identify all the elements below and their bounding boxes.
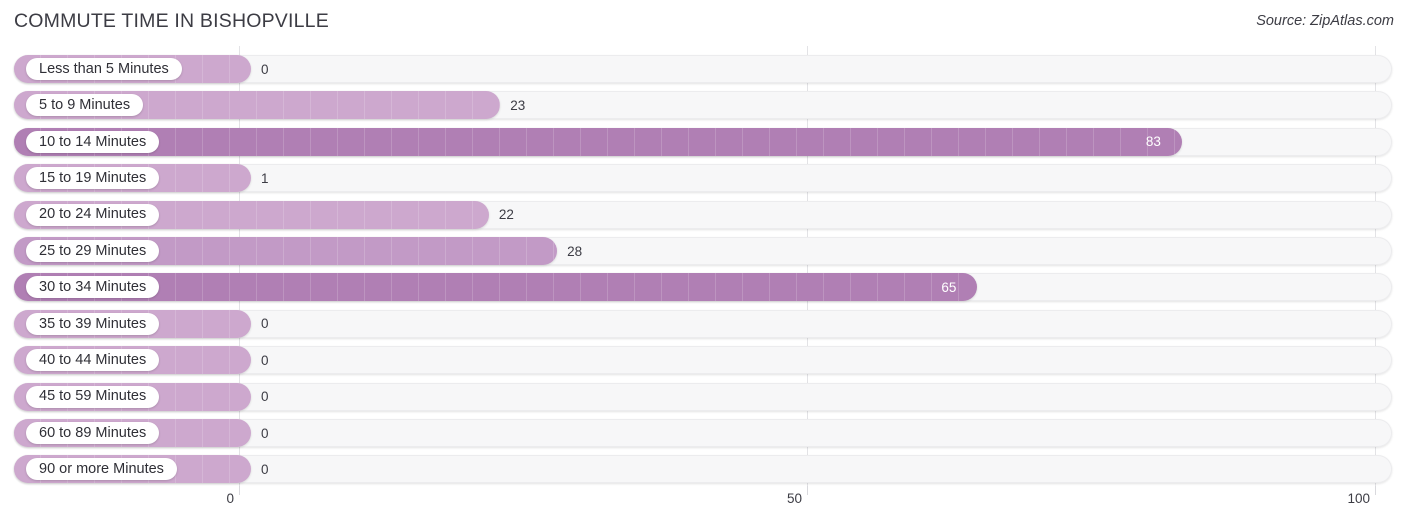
category-label: 40 to 44 Minutes [39, 351, 147, 368]
category-label: 60 to 89 Minutes [39, 424, 147, 441]
x-axis: 0 50 100 [0, 486, 1406, 523]
bar-value-label: 22 [498, 207, 514, 223]
chart-plot-area: Less than 5 Minutes 0 5 to 9 Minutes 23 10 t… [0, 46, 1406, 486]
category-label-pill: 10 to 14 Minutes [26, 130, 160, 153]
category-label-pill: 60 to 89 Minutes [26, 422, 160, 444]
axis-tick-mark [1375, 486, 1376, 495]
axis-tick-mark [239, 486, 240, 495]
category-label: 5 to 9 Minutes [39, 97, 131, 114]
category-label-pill: 5 to 9 Minutes [26, 94, 144, 117]
bar-row[interactable]: 40 to 44 Minutes 0 [14, 346, 1392, 375]
bar-row[interactable]: 60 to 89 Minutes 0 [14, 419, 1392, 447]
bar-value-label: 0 [261, 316, 269, 332]
category-label: 35 to 39 Minutes [39, 315, 147, 332]
category-label-pill: 15 to 19 Minutes [26, 167, 160, 190]
bar-value-label: 1 [261, 170, 269, 186]
category-label-pill: 30 to 34 Minutes [26, 276, 160, 299]
bar-value-label: 83 [1145, 134, 1161, 150]
category-label-pill: 45 to 59 Minutes [26, 385, 160, 408]
category-label: 45 to 59 Minutes [39, 388, 147, 405]
bar-row[interactable]: 5 to 9 Minutes 23 [14, 91, 1392, 120]
category-label: 20 to 24 Minutes [39, 206, 147, 223]
bar-value-label: 23 [510, 97, 526, 113]
bar-value-label: 28 [567, 243, 583, 259]
category-label-pill: 40 to 44 Minutes [26, 349, 160, 372]
bar-row[interactable]: 10 to 14 Minutes 83 [14, 127, 1392, 156]
bar-value-label: 0 [261, 461, 269, 477]
bar-row[interactable]: 15 to 19 Minutes 1 [14, 164, 1392, 193]
bar-row[interactable]: 25 to 29 Minutes 28 [14, 237, 1392, 265]
axis-tick-label: 0 [226, 491, 234, 506]
category-label-pill: Less than 5 Minutes [26, 58, 182, 80]
category-label: 90 or more Minutes [39, 461, 164, 478]
category-label-pill: 20 to 24 Minutes [26, 203, 160, 226]
axis-tick-label: 50 [786, 491, 802, 506]
bar-row[interactable]: 90 or more Minutes 0 [14, 455, 1392, 484]
category-label: 15 to 19 Minutes [39, 169, 147, 186]
source-attribution: Source: ZipAtlas.com [1256, 13, 1394, 29]
bar-value-label: 0 [261, 352, 269, 368]
value-bar[interactable] [14, 127, 1182, 156]
page-title: COMMUTE TIME IN BISHOPVILLE [14, 10, 329, 32]
bar-row[interactable]: 45 to 59 Minutes 0 [14, 382, 1392, 411]
category-label-pill: 90 or more Minutes [26, 458, 177, 481]
bar-row[interactable]: Less than 5 Minutes 0 [14, 55, 1392, 83]
bar-value-label: 0 [261, 61, 269, 77]
category-label: 25 to 29 Minutes [39, 242, 147, 259]
bar-value-label: 65 [941, 279, 957, 295]
category-label: 10 to 14 Minutes [39, 133, 147, 150]
axis-tick-mark [807, 486, 808, 495]
bar-row[interactable]: 20 to 24 Minutes 22 [14, 200, 1392, 229]
axis-tick-label: 100 [1347, 491, 1370, 506]
category-label: 30 to 34 Minutes [39, 279, 147, 296]
category-label: Less than 5 Minutes [39, 60, 169, 77]
bar-value-label: 0 [261, 389, 269, 405]
chart-header: COMMUTE TIME IN BISHOPVILLE Source: ZipA… [0, 0, 1406, 46]
bar-rows: Less than 5 Minutes 0 5 to 9 Minutes 23 10 t… [0, 46, 1406, 486]
bar-value-label: 0 [261, 425, 269, 441]
bar-row[interactable]: 35 to 39 Minutes 0 [14, 309, 1392, 338]
bar-row[interactable]: 30 to 34 Minutes 65 [14, 273, 1392, 302]
category-label-pill: 35 to 39 Minutes [26, 312, 160, 335]
category-label-pill: 25 to 29 Minutes [26, 240, 160, 262]
